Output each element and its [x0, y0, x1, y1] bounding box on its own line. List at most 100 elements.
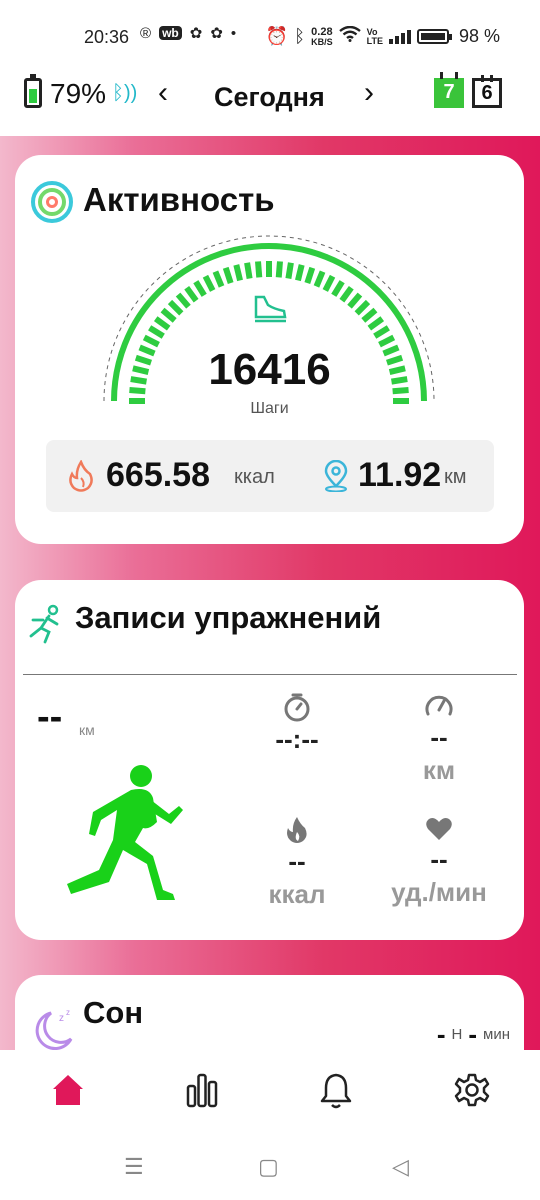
gauge-tick — [153, 316, 171, 331]
system-back-button[interactable]: ◁ — [392, 1154, 409, 1180]
sleep-duration: - Н - мин — [437, 1019, 510, 1050]
exercise-title: Записи упражнений — [75, 600, 382, 635]
gauge-tick — [378, 334, 396, 348]
exercise-distance-unit: км — [79, 722, 95, 738]
gauge-tick — [347, 292, 363, 309]
bluetooth-icon: ᛒ — [294, 26, 306, 46]
dots-icon: ✿ — [210, 25, 223, 42]
distance-value: 11.92 — [358, 456, 442, 494]
calories-unit: ккал — [234, 466, 275, 488]
calendar-today-icon[interactable]: 7 — [434, 72, 464, 108]
phone-battery-text: 98 % — [458, 26, 500, 46]
pace-metric: -- км — [379, 692, 499, 786]
heart-rate-unit: уд./мин — [391, 877, 487, 907]
signal-icon — [388, 29, 411, 44]
net-speed: 0.28 KB/S — [311, 26, 333, 47]
exercise-distance-value: -- — [37, 696, 63, 738]
alarm-icon: ⏰ — [265, 26, 289, 46]
pace-unit: км — [422, 755, 456, 785]
dot-icon: • — [230, 24, 237, 42]
wifi-icon — [338, 25, 361, 47]
calories-value: 665.58 — [106, 456, 210, 494]
gauge-tick — [202, 274, 216, 292]
wb-icon: wb — [159, 26, 182, 40]
device-battery-percent: 79% — [50, 78, 107, 109]
bell-icon — [320, 1073, 352, 1109]
sleep-hours-value: - — [436, 1019, 446, 1049]
exercise-calories-unit: ккал — [268, 879, 326, 909]
gauge-tick — [373, 325, 390, 339]
sleep-title: Сон — [83, 995, 144, 1030]
next-day-button[interactable]: › — [364, 76, 374, 110]
gauge-tick — [361, 307, 378, 323]
distance-unit: км — [444, 466, 467, 488]
exercise-calories-metric: -- ккал — [237, 816, 357, 910]
gauge-tick — [175, 292, 191, 309]
nav-home[interactable] — [38, 1072, 98, 1116]
sleep-minutes-value: - — [468, 1019, 478, 1049]
pace-value: -- — [430, 722, 448, 752]
activity-stats: 665.58 ккал 11.92 км — [46, 440, 494, 512]
nav-settings[interactable] — [442, 1072, 502, 1116]
exercise-card[interactable]: Записи упражнений -- км --:-- -- км -- к… — [15, 580, 524, 940]
running-icon — [29, 604, 59, 644]
gauge-tick — [255, 261, 263, 278]
gauge-tick — [275, 261, 283, 278]
status-right: ⏰ ᛒ 0.28 KB/S Vo LTE 98 % — [265, 25, 500, 47]
stats-icon — [186, 1073, 218, 1108]
gauge-tick — [167, 299, 184, 316]
gauge-tick — [285, 262, 294, 279]
divider — [23, 674, 517, 675]
calendar-icon[interactable]: 6 — [472, 75, 502, 108]
gauge-tick — [193, 280, 207, 297]
calories-flame-icon — [69, 460, 93, 492]
gauge-tick — [322, 274, 336, 292]
moon-icon: z z — [35, 1008, 73, 1050]
heart-icon — [426, 818, 452, 840]
date-title: Сегодня — [214, 82, 325, 112]
steps-count: 16416 — [208, 345, 331, 394]
phone-battery-icon — [416, 29, 452, 44]
svg-text:z: z — [59, 1013, 64, 1024]
bluetooth-connected-icon: ᛒ)) — [112, 82, 138, 104]
duration-value: --:-- — [275, 724, 319, 754]
gauge-tick — [367, 316, 385, 331]
location-pin-icon — [324, 460, 348, 492]
device-battery-icon — [24, 74, 42, 108]
gauge-tick — [304, 266, 316, 284]
exercise-calories-value: -- — [288, 846, 306, 876]
volte-icon: Vo LTE — [366, 26, 383, 46]
nav-notifications[interactable] — [306, 1072, 366, 1116]
status-time: 20:36 — [84, 27, 130, 47]
nav-stats[interactable] — [172, 1072, 232, 1116]
gauge-tick — [184, 285, 199, 303]
system-menu-button[interactable]: ☰ — [124, 1154, 144, 1180]
activity-card[interactable]: Активность 16416 Шаги 665.58 ккал 11.92 … — [15, 155, 524, 544]
gauge-tick — [244, 262, 253, 279]
app-notification-icon: ® — [140, 24, 152, 42]
heart-rate-metric: -- уд./мин — [379, 816, 499, 908]
top-bar: 79% ᛒ)) ‹ Сегодня › 7 6 — [0, 72, 540, 136]
gauge-tick — [295, 264, 305, 282]
gauge-tick — [222, 266, 234, 284]
flame-icon — [287, 817, 307, 843]
speedometer-icon — [425, 695, 453, 716]
bottom-nav: ☰ ▢ ◁ — [0, 1050, 540, 1200]
dots-icon: ✿ — [189, 25, 203, 42]
heart-rate-value: -- — [430, 844, 448, 874]
previous-day-button[interactable]: ‹ — [158, 76, 168, 110]
sleep-minutes-unit: мин — [483, 1026, 510, 1043]
runner-icon — [67, 765, 183, 900]
svg-text:z: z — [66, 1008, 70, 1017]
gauge-tick — [313, 270, 326, 288]
shoe-icon — [254, 295, 287, 323]
system-home-button[interactable]: ▢ — [258, 1154, 279, 1180]
duration-metric: --:-- — [237, 692, 357, 755]
gauge-tick — [331, 280, 345, 297]
gauge-tick — [142, 334, 160, 348]
status-icons: ® wb ✿ ✿ • — [140, 24, 237, 43]
stopwatch-icon — [284, 693, 310, 722]
activity-rings-icon — [31, 181, 73, 223]
steps-label: Шаги — [250, 400, 289, 417]
gauge-tick — [339, 285, 354, 303]
